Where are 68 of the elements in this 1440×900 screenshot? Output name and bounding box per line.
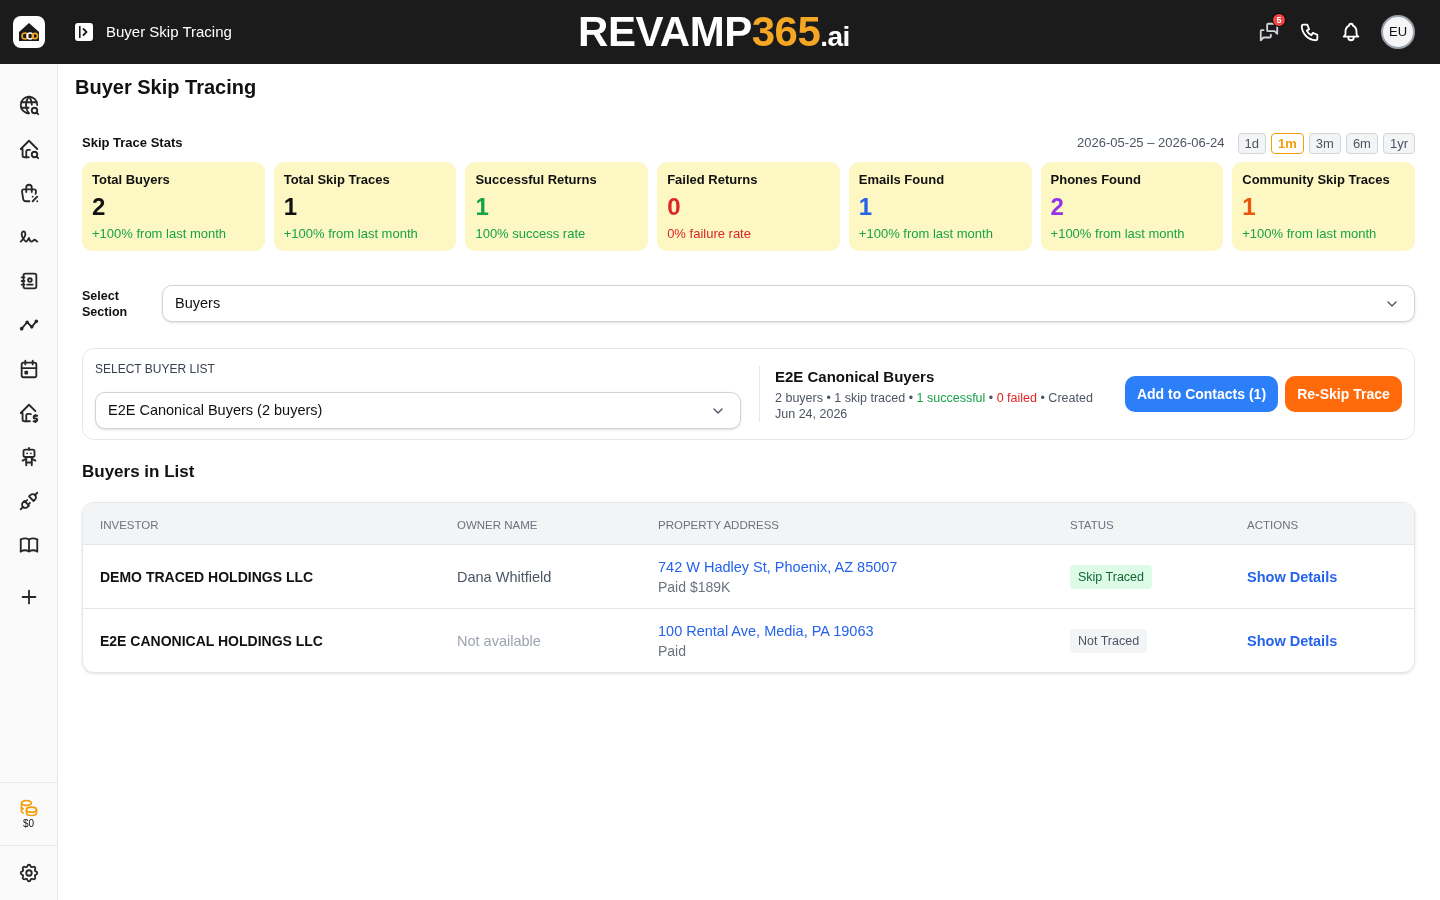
stat-value: 2 bbox=[92, 193, 106, 221]
app-logo-icon[interactable] bbox=[13, 16, 45, 48]
stat-label: Total Skip Traces bbox=[283, 171, 390, 189]
stat-note: +100% from last month bbox=[858, 225, 993, 243]
phone-icon[interactable] bbox=[1299, 21, 1321, 43]
stat-value: 1 bbox=[858, 193, 873, 221]
stat-value: 0 bbox=[667, 193, 681, 221]
column-header: INVESTOR bbox=[100, 518, 159, 531]
period-button[interactable]: 3m bbox=[1308, 132, 1341, 154]
house-search-icon[interactable] bbox=[17, 138, 40, 160]
section-label: Select Section bbox=[82, 287, 129, 320]
column-header: OWNER NAME bbox=[457, 518, 538, 531]
stat-label: Failed Returns bbox=[667, 171, 758, 189]
add-to-contacts-button[interactable]: Add to Contacts (1) bbox=[1125, 376, 1278, 412]
column-header: STATUS bbox=[1070, 518, 1114, 531]
show-details-link[interactable]: Show Details bbox=[1247, 568, 1338, 585]
status-badge: Skip Traced bbox=[1070, 565, 1152, 589]
period-button[interactable]: 1d bbox=[1237, 132, 1266, 154]
page-title: Buyer Skip Tracing bbox=[75, 75, 257, 100]
table-title: Buyers in List bbox=[82, 461, 195, 483]
plug-icon[interactable] bbox=[17, 490, 40, 512]
balance-text: $0 bbox=[22, 818, 35, 830]
owner-name: Not available bbox=[457, 632, 541, 649]
address-link[interactable]: 100 Rental Ave, Media, PA 19063 bbox=[658, 620, 874, 641]
column-header: ACTIONS bbox=[1247, 518, 1299, 531]
stat-label: Community Skip Traces bbox=[1242, 171, 1390, 189]
notifications-icon[interactable] bbox=[1340, 21, 1362, 43]
list-name: E2E Canonical Buyers bbox=[775, 366, 935, 387]
stat-value: 1 bbox=[475, 193, 489, 221]
stat-label: Successful Returns bbox=[475, 171, 597, 189]
house-dollar-icon[interactable] bbox=[17, 402, 40, 424]
column-header: PROPERTY ADDRESS bbox=[658, 518, 779, 531]
investor-name: DEMO TRACED HOLDINGS LLC bbox=[100, 568, 314, 585]
section-select[interactable]: Buyers bbox=[162, 285, 1415, 322]
stat-value: 1 bbox=[283, 193, 298, 221]
stat-note: 0% failure rate bbox=[667, 225, 751, 243]
period-button[interactable]: 1yr bbox=[1382, 132, 1415, 154]
breadcrumb-title: Buyer Skip Tracing bbox=[106, 21, 232, 42]
stat-note: +100% from last month bbox=[92, 225, 227, 243]
buyer-list-select[interactable]: E2E Canonical Buyers (2 buyers) bbox=[95, 392, 741, 429]
investor-name: E2E CANONICAL HOLDINGS LLC bbox=[100, 632, 323, 649]
stat-note: +100% from last month bbox=[283, 225, 418, 243]
stat-label: Emails Found bbox=[858, 171, 945, 189]
show-details-link[interactable]: Show Details bbox=[1247, 632, 1338, 649]
stat-value: 1 bbox=[1242, 193, 1256, 221]
brand-logo: REVAMP365.ai bbox=[578, 11, 850, 53]
stat-note: +100% from last month bbox=[1242, 225, 1377, 243]
chat-icon[interactable] bbox=[1258, 21, 1280, 43]
settings-icon[interactable] bbox=[17, 862, 40, 884]
sidebar-toggle-icon[interactable] bbox=[75, 23, 93, 41]
stat-label: Total Buyers bbox=[92, 171, 170, 189]
stat-note: 100% success rate bbox=[475, 225, 586, 243]
owner-name: Dana Whitfield bbox=[457, 568, 552, 585]
period-button[interactable]: 6m bbox=[1345, 132, 1378, 154]
unread-count-badge: 5 bbox=[1272, 13, 1286, 27]
address-link[interactable]: 742 W Hadley St, Phoenix, AZ 85007 bbox=[658, 556, 898, 577]
stat-value: 2 bbox=[1050, 193, 1064, 221]
price-text: Paid bbox=[658, 641, 687, 661]
stat-note: +100% from last month bbox=[1050, 225, 1185, 243]
globe-search-icon[interactable] bbox=[17, 94, 40, 116]
date-range: 2026-05-25 – 2026-06-24 bbox=[1077, 134, 1225, 153]
avatar-button[interactable]: EU bbox=[1381, 15, 1415, 49]
list-summary: 2 buyers • 1 skip traced • 1 successful • 0 failed • Created Jun 24, 2026 bbox=[775, 389, 1094, 422]
stat-label: Phones Found bbox=[1050, 171, 1141, 189]
price-text: Paid $189K bbox=[658, 577, 731, 597]
status-badge: Not Traced bbox=[1070, 629, 1148, 653]
buyer-list-label: SELECT BUYER LIST bbox=[95, 361, 215, 377]
stats-title: Skip Trace Stats bbox=[82, 134, 183, 153]
